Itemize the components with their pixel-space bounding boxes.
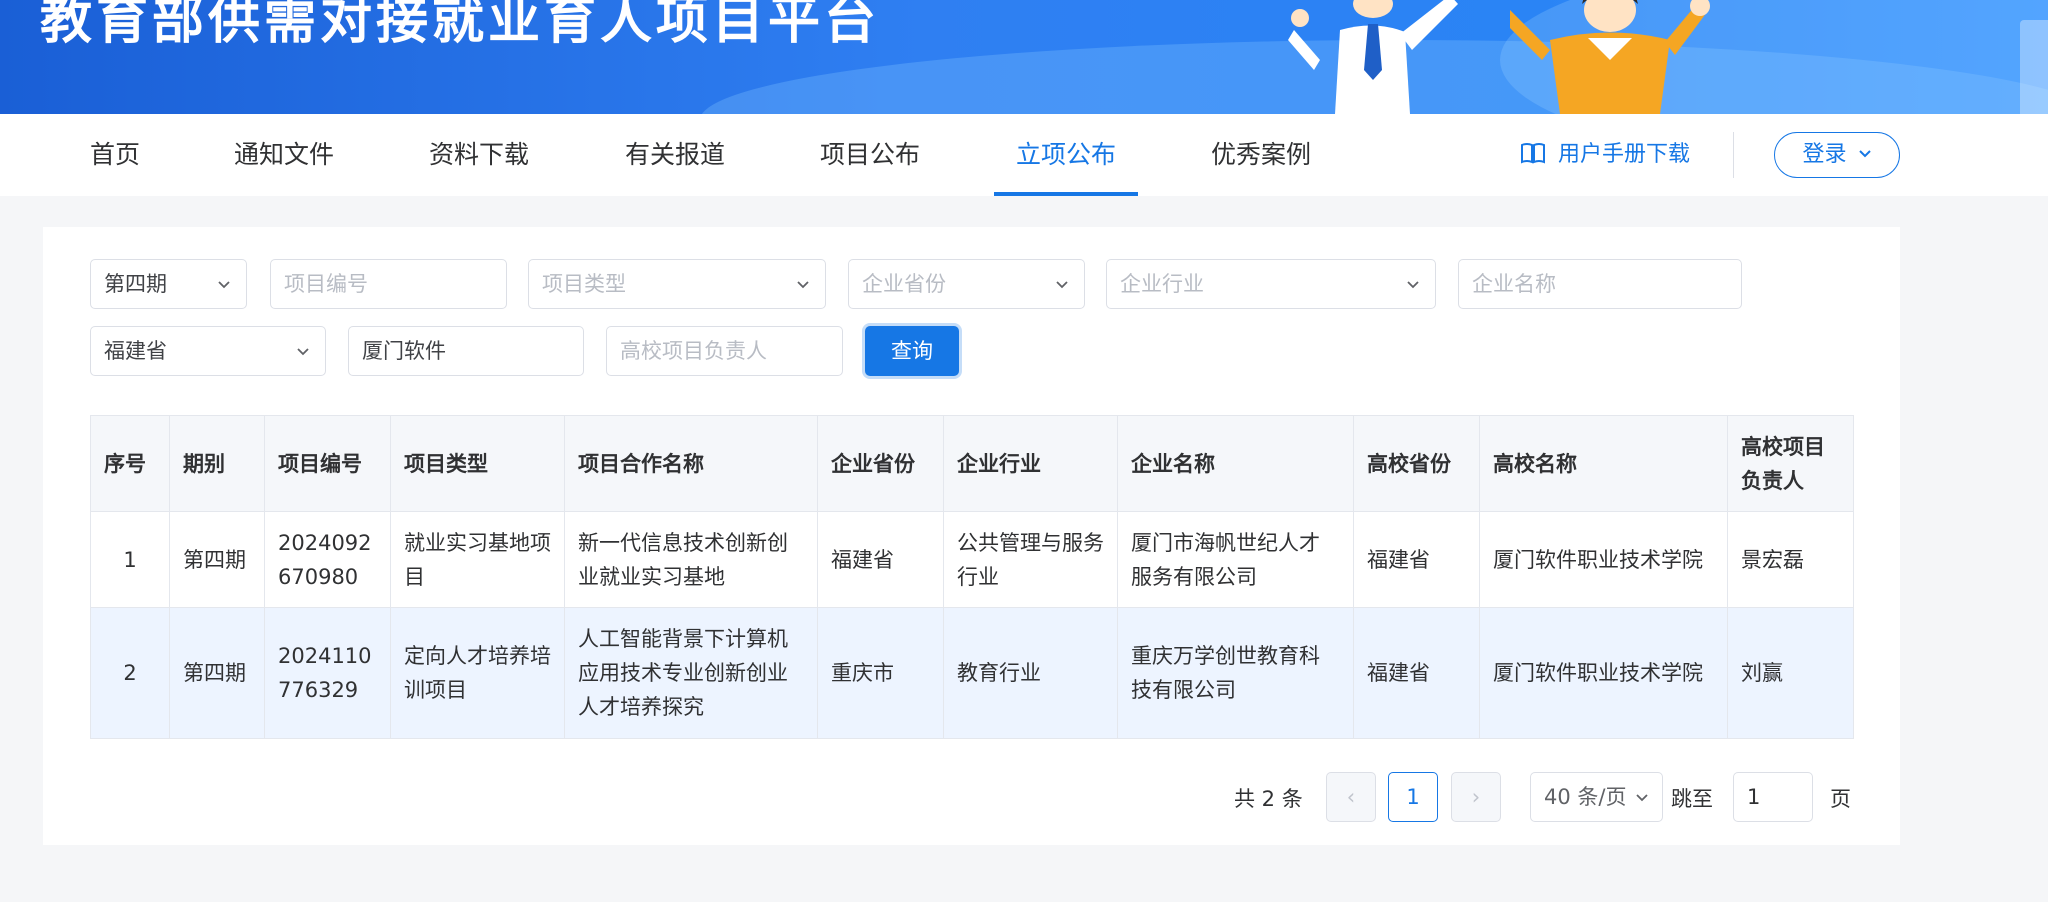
nav-item-reports[interactable]: 有关报道 <box>625 114 725 196</box>
cheering-woman-illustration <box>1510 0 1710 114</box>
total-count: 共 2 条 <box>1234 787 1303 811</box>
jump-page-input[interactable]: 1 <box>1733 772 1813 822</box>
chevron-down-icon <box>218 281 230 289</box>
nav-item-home[interactable]: 首页 <box>90 114 140 196</box>
table-cell: 教育行业 <box>943 607 1118 739</box>
column-header: 项目类型 <box>390 415 565 512</box>
chevron-down-icon <box>1407 281 1419 289</box>
nav-item-approval-announce[interactable]: 立项公布 <box>993 114 1139 196</box>
period-select[interactable]: 第四期 <box>90 259 247 309</box>
site-title: 教育部供需对接就业育人项目平台 <box>40 0 881 51</box>
page-size-select[interactable]: 40 条/页 <box>1530 772 1663 822</box>
column-header: 序号 <box>90 415 170 512</box>
table-cell: 福建省 <box>1353 607 1480 739</box>
table-cell: 厦门市海帆世纪人才服务有限公司 <box>1117 511 1354 608</box>
book-icon <box>1521 143 1545 164</box>
column-header: 项目合作名称 <box>564 415 818 512</box>
company-province-select[interactable]: 企业省份 <box>848 259 1085 309</box>
nav-item-cases[interactable]: 优秀案例 <box>1211 114 1311 196</box>
period-select-value: 第四期 <box>104 272 167 296</box>
results-panel: 第四期 项目编号 项目类型 企业省份 企业行业 企业名称 福建省 厦门软件 高校… <box>43 227 1900 845</box>
column-header: 企业省份 <box>817 415 944 512</box>
table-cell: 厦门软件职业技术学院 <box>1479 607 1728 739</box>
table-cell: 重庆市 <box>817 607 944 739</box>
company-industry-select[interactable]: 企业行业 <box>1106 259 1436 309</box>
table-cell: 刘赢 <box>1727 607 1854 739</box>
nav-item-notices[interactable]: 通知文件 <box>234 114 334 196</box>
column-header: 期别 <box>169 415 265 512</box>
school-province-value: 福建省 <box>104 339 167 363</box>
project-type-select[interactable]: 项目类型 <box>528 259 826 309</box>
manual-download-label: 用户手册下载 <box>1558 142 1691 167</box>
table-cell: 定向人才培养培训项目 <box>390 607 565 739</box>
column-header: 高校名称 <box>1479 415 1728 512</box>
cheering-man-illustration <box>1288 0 1458 114</box>
column-header: 高校省份 <box>1353 415 1480 512</box>
page-size-value: 40 条/页 <box>1544 785 1627 809</box>
banner: 教育部供需对接就业育人项目平台 <box>0 0 2048 114</box>
chevron-down-icon <box>297 348 309 356</box>
jump-label: 跳至 <box>1671 787 1713 811</box>
table-cell: 第四期 <box>169 607 265 739</box>
chevron-right-icon: › <box>1471 785 1481 809</box>
school-province-select[interactable]: 福建省 <box>90 326 326 376</box>
company-name-input[interactable]: 企业名称 <box>1458 259 1742 309</box>
table-header-row: 序号 期别 项目编号 项目类型 项目合作名称 企业省份 企业行业 企业名称 高校… <box>90 415 1854 512</box>
prev-page-button[interactable]: ‹ <box>1326 772 1376 822</box>
chevron-down-icon <box>1056 281 1068 289</box>
table-cell: 福建省 <box>817 511 944 608</box>
company-industry-placeholder: 企业行业 <box>1120 272 1204 296</box>
results-table: 序号 期别 项目编号 项目类型 项目合作名称 企业省份 企业行业 企业名称 高校… <box>90 415 1854 739</box>
page-button-current[interactable]: 1 <box>1388 772 1438 822</box>
table-cell: 1 <box>90 511 170 608</box>
company-province-placeholder: 企业省份 <box>862 272 946 296</box>
school-name-input[interactable]: 厦门软件 <box>348 326 584 376</box>
query-button[interactable]: 查询 <box>865 326 959 376</box>
chevron-down-icon <box>1858 150 1871 158</box>
table-cell: 人工智能背景下计算机应用技术专业创新创业人才培养探究 <box>564 607 818 739</box>
table-cell: 第四期 <box>169 511 265 608</box>
project-type-placeholder: 项目类型 <box>542 272 626 296</box>
table-cell: 重庆万学创世教育科技有限公司 <box>1117 607 1354 739</box>
manual-download-link[interactable]: 用户手册下载 <box>1520 114 1690 196</box>
login-label: 登录 <box>1802 142 1847 167</box>
table-cell: 厦门软件职业技术学院 <box>1479 511 1728 608</box>
chevron-down-icon <box>1636 794 1648 802</box>
table-cell: 景宏磊 <box>1727 511 1854 608</box>
nav-item-project-announce[interactable]: 项目公布 <box>820 114 920 196</box>
column-header: 高校项目负责人 <box>1727 415 1854 512</box>
column-header: 项目编号 <box>264 415 391 512</box>
table-cell: 公共管理与服务行业 <box>943 511 1118 608</box>
table-row: 1 第四期 2024092670980 就业实习基地项目 新一代信息技术创新创业… <box>90 511 1854 608</box>
main-nav: 首页 通知文件 资料下载 有关报道 项目公布 立项公布 优秀案例 用户手册下载 … <box>0 114 2048 196</box>
banner-decoration <box>2020 20 2048 114</box>
table-cell: 新一代信息技术创新创业就业实习基地 <box>564 511 818 608</box>
project-no-input[interactable]: 项目编号 <box>270 259 507 309</box>
nav-item-downloads[interactable]: 资料下载 <box>429 114 529 196</box>
table-cell: 就业实习基地项目 <box>390 511 565 608</box>
page-unit-label: 页 <box>1830 787 1851 811</box>
table-cell: 2024110776329 <box>264 607 391 739</box>
table-cell: 福建省 <box>1353 511 1480 608</box>
next-page-button[interactable]: › <box>1451 772 1501 822</box>
column-header: 企业名称 <box>1117 415 1354 512</box>
table-cell: 2024092670980 <box>264 511 391 608</box>
school-leader-input[interactable]: 高校项目负责人 <box>606 326 843 376</box>
chevron-down-icon <box>797 281 809 289</box>
login-button[interactable]: 登录 <box>1774 132 1900 178</box>
table-row: 2 第四期 2024110776329 定向人才培养培训项目 人工智能背景下计算… <box>90 607 1854 739</box>
nav-divider <box>1733 132 1734 178</box>
column-header: 企业行业 <box>943 415 1118 512</box>
table-cell: 2 <box>90 607 170 739</box>
chevron-left-icon: ‹ <box>1346 785 1356 809</box>
